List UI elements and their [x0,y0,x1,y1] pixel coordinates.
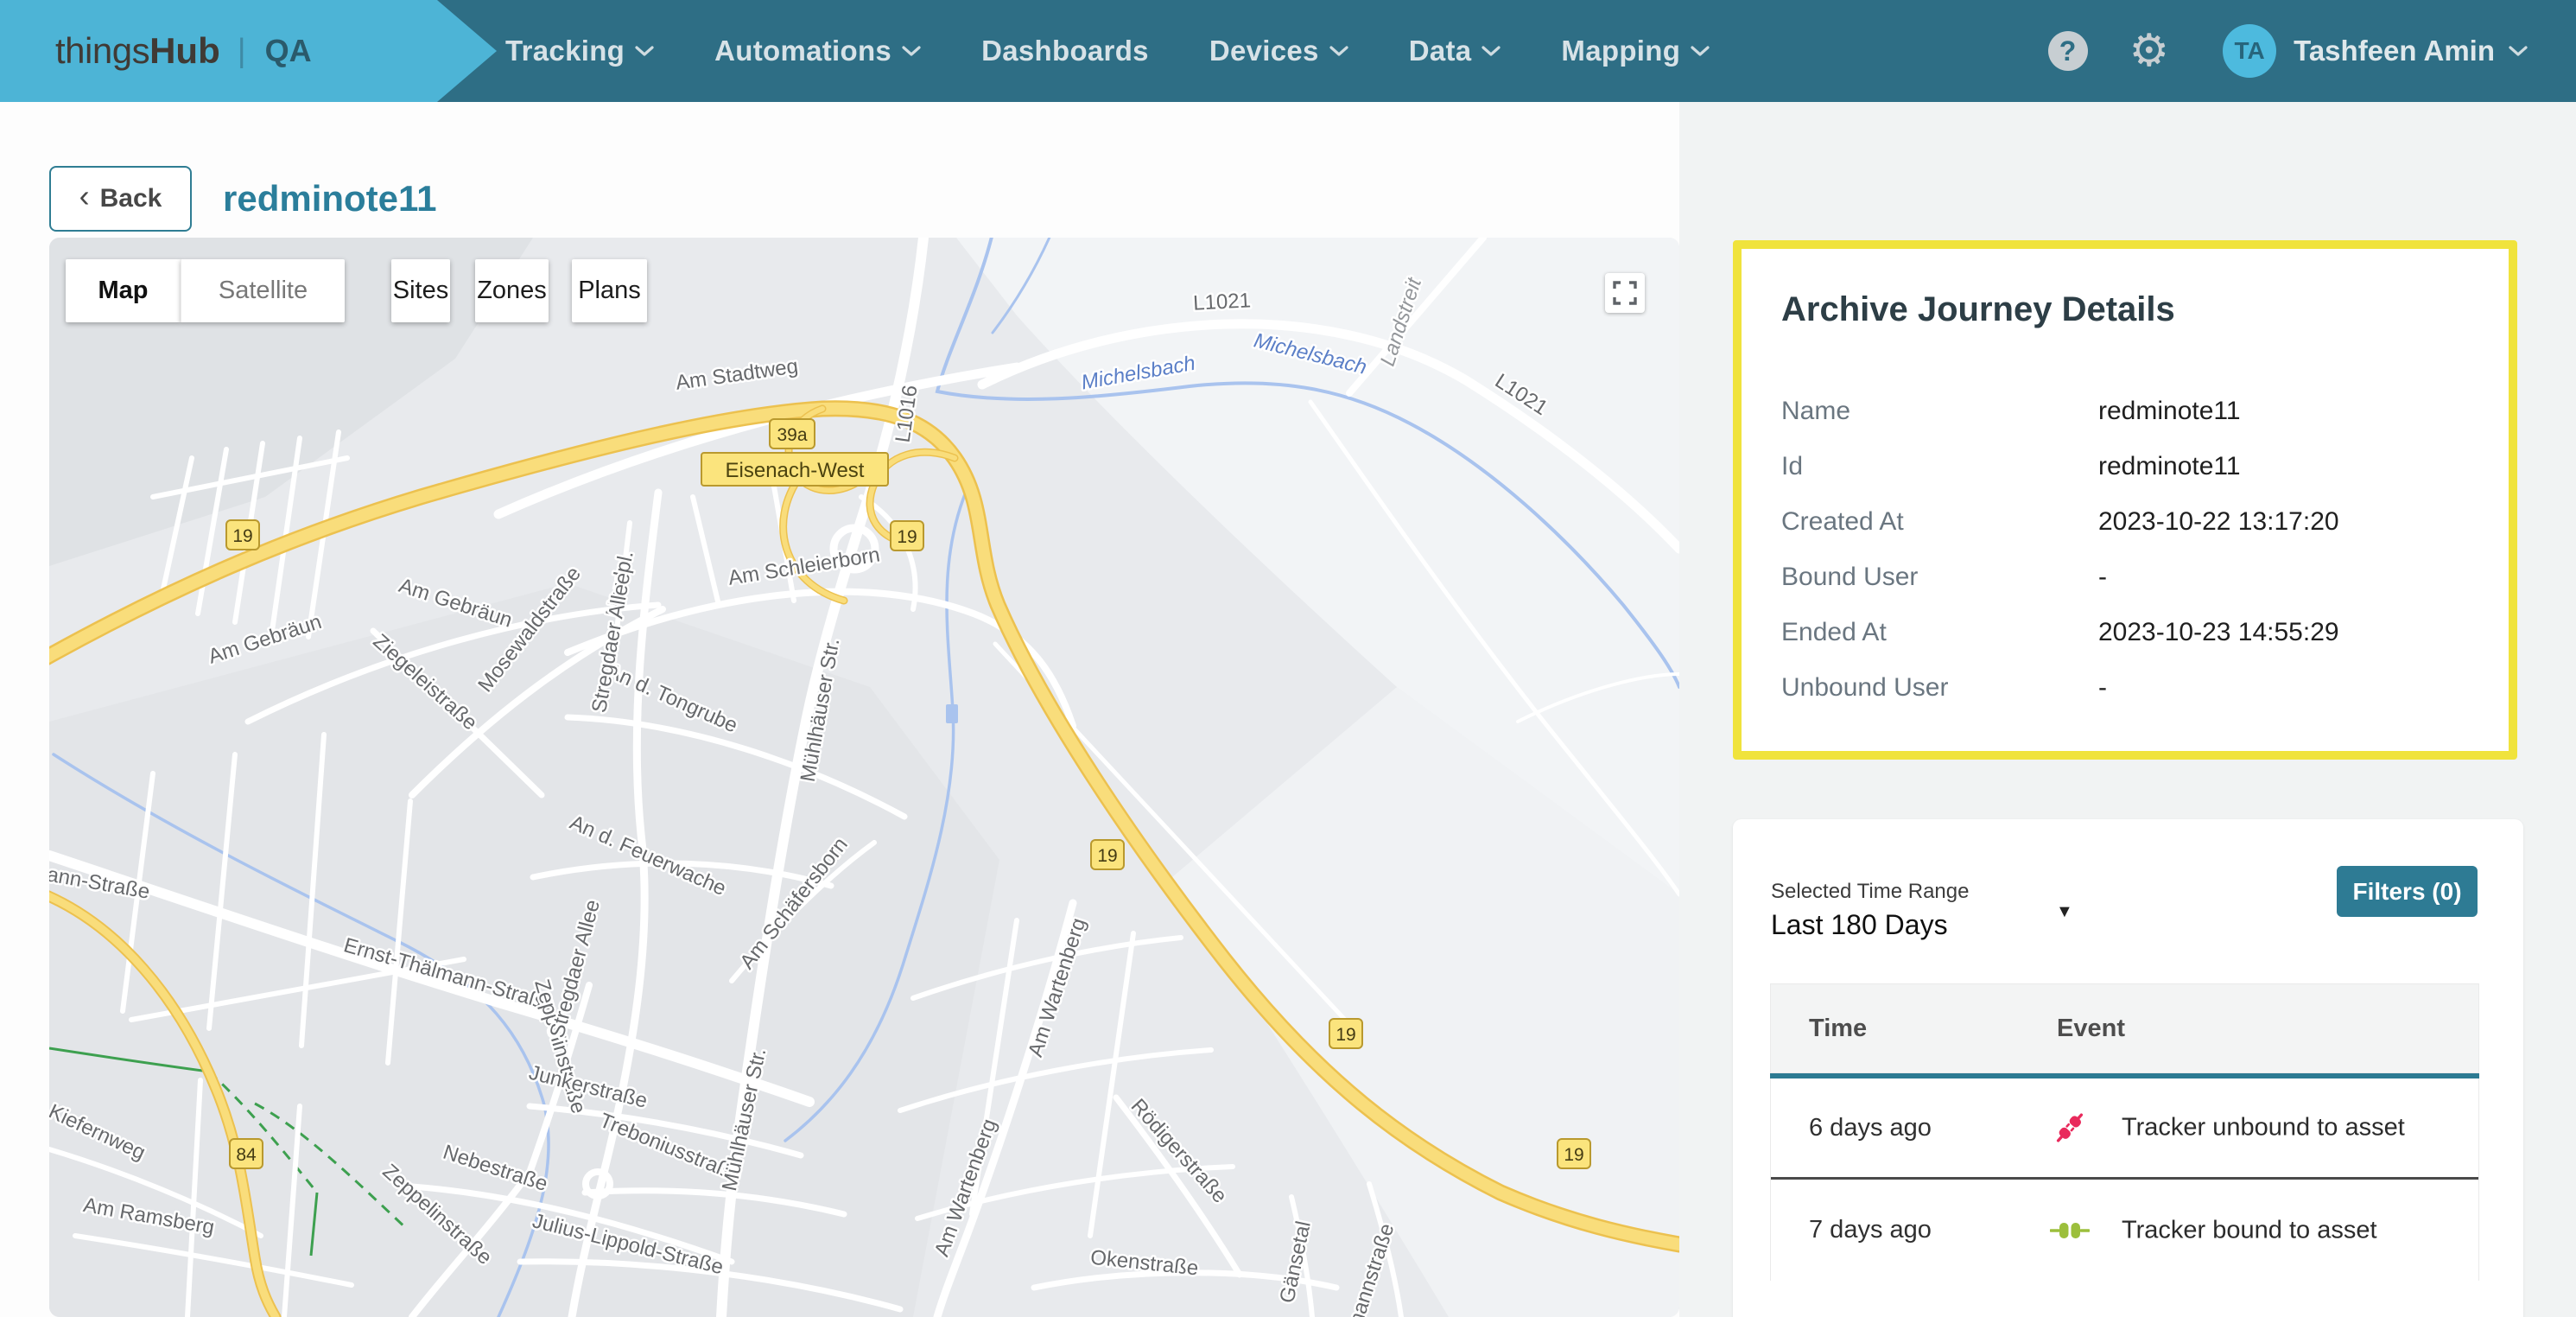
detail-value: redminote11 [2098,397,2241,426]
page: thingsHub | QA Tracking Automations Dash… [0,0,2576,1317]
chevron-down-icon [1329,45,1348,57]
nav-item-label: Dashboards [981,35,1149,67]
nav-item-label: Data [1409,35,1472,67]
plans-button[interactable]: Plans [572,259,647,322]
nav-right-group: ? ⚙ TA Tashfeen Amin [2048,0,2528,102]
tracker-unbound-icon [2046,1078,2094,1177]
detail-label: Bound User [1781,563,2098,592]
back-button[interactable]: ‹ Back [49,166,192,232]
fullscreen-icon [1613,281,1637,305]
nav-item-dashboards[interactable]: Dashboards [981,35,1149,67]
events-table: Time Event 6 days ago [1770,983,2479,1281]
avatar[interactable]: TA [2223,24,2276,78]
back-label: Back [100,184,162,213]
help-icon[interactable]: ? [2048,31,2088,71]
time-range-select[interactable]: Last 180 Days [1771,909,1948,941]
sites-button[interactable]: Sites [391,259,450,322]
detail-value: - [2098,563,2107,592]
detail-label: Id [1781,452,2098,481]
map[interactable]: Am Stadtweg L1021 L1021 Landstreit Miche… [49,238,1679,1317]
nav-item-automations[interactable]: Automations [714,35,921,67]
table-row: 6 days ago [1771,1078,2478,1180]
nav-item-mapping[interactable]: Mapping [1561,35,1710,67]
route-badge: 84 [236,1145,257,1165]
detail-row-bound-user: Bound User - [1781,550,2483,605]
brand-logo[interactable]: thingsHub | QA [0,0,497,102]
event-description: Tracker bound to asset [2122,1212,2459,1248]
fullscreen-button[interactable] [1605,273,1645,313]
events-table-header: Time Event [1770,983,2479,1073]
nav-item-label: Mapping [1561,35,1680,67]
brand-hub: Hub [149,30,220,72]
chevron-down-icon[interactable] [2509,45,2528,57]
route-badge: 19 [1336,1025,1355,1045]
chevron-down-icon [1482,45,1501,57]
column-header-event: Event [2057,1015,2125,1043]
route-badge: 19 [897,527,917,547]
detail-label: Created At [1781,507,2098,537]
brand-things: things [55,30,149,72]
detail-value: 2023-10-23 14:55:29 [2098,618,2339,647]
detail-label: Name [1781,397,2098,426]
panel-title: Archive Journey Details [1781,290,2175,329]
chevron-down-icon [1691,45,1710,57]
map-canvas[interactable]: Am Stadtweg L1021 L1021 Landstreit Miche… [49,238,1679,1317]
map-label: L1021 [1193,289,1252,315]
zones-button[interactable]: Zones [475,259,549,322]
exit-label-text: Eisenach-West [726,459,865,482]
detail-label: Unbound User [1781,673,2098,703]
detail-row-id: Id redminote11 [1781,439,2483,494]
nav-item-label: Devices [1209,35,1319,67]
nav-items: Tracking Automations Dashboards Devices … [505,0,1710,102]
chevron-down-icon [902,45,921,57]
event-description: Tracker unbound to asset [2122,1110,2459,1146]
event-time: 7 days ago [1809,1180,1932,1281]
nav-item-label: Automations [714,35,891,67]
filters-button[interactable]: Filters (0) [2337,866,2478,917]
column-header-time: Time [1809,1015,1867,1043]
brand-separator: | [238,33,246,70]
detail-value: redminote11 [2098,452,2241,481]
detail-value: - [2098,673,2107,703]
exit-label: Eisenach-West [701,453,888,486]
tracker-bound-icon [2046,1180,2094,1281]
route-badge: 39a [777,425,807,445]
route-badge: 19 [1097,846,1117,866]
brand-environment: QA [265,33,312,69]
events-panel: Selected Time Range Last 180 Days ▼ Filt… [1733,819,2523,1317]
details-rows: Name redminote11 Id redminote11 Created … [1781,384,2483,716]
nav-item-devices[interactable]: Devices [1209,35,1348,67]
route-badge: 19 [232,526,252,546]
route-badge: 19 [1564,1145,1583,1165]
nav-item-tracking[interactable]: Tracking [505,35,654,67]
page-title: redminote11 [223,178,436,220]
event-time: 6 days ago [1809,1078,1932,1177]
nav-item-data[interactable]: Data [1409,35,1501,67]
top-nav: thingsHub | QA Tracking Automations Dash… [0,0,2576,102]
table-row: 7 days ago Tracker bound to asset [1771,1180,2478,1281]
back-chevron-icon: ‹ [79,181,90,212]
map-type-satellite-button[interactable]: Satellite [181,259,345,322]
gear-icon[interactable]: ⚙ [2129,29,2170,73]
user-name[interactable]: Tashfeen Amin [2294,35,2495,67]
chevron-down-icon [635,45,654,57]
detail-row-name: Name redminote11 [1781,384,2483,439]
time-range-label: Selected Time Range [1771,880,1969,904]
detail-label: Ended At [1781,618,2098,647]
nav-item-label: Tracking [505,35,625,67]
detail-row-unbound-user: Unbound User - [1781,660,2483,716]
detail-row-ended-at: Ended At 2023-10-23 14:55:29 [1781,605,2483,660]
detail-value: 2023-10-22 13:17:20 [2098,507,2339,537]
map-controls: Map Satellite Sites Zones Plans [66,259,647,322]
events-table-body: 6 days ago [1770,1078,2479,1281]
detail-row-created-at: Created At 2023-10-22 13:17:20 [1781,494,2483,550]
archive-journey-details-panel: Archive Journey Details Name redminote11… [1733,240,2517,760]
time-range-caret-icon[interactable]: ▼ [2056,902,2073,922]
map-type-map-button[interactable]: Map [66,259,181,322]
